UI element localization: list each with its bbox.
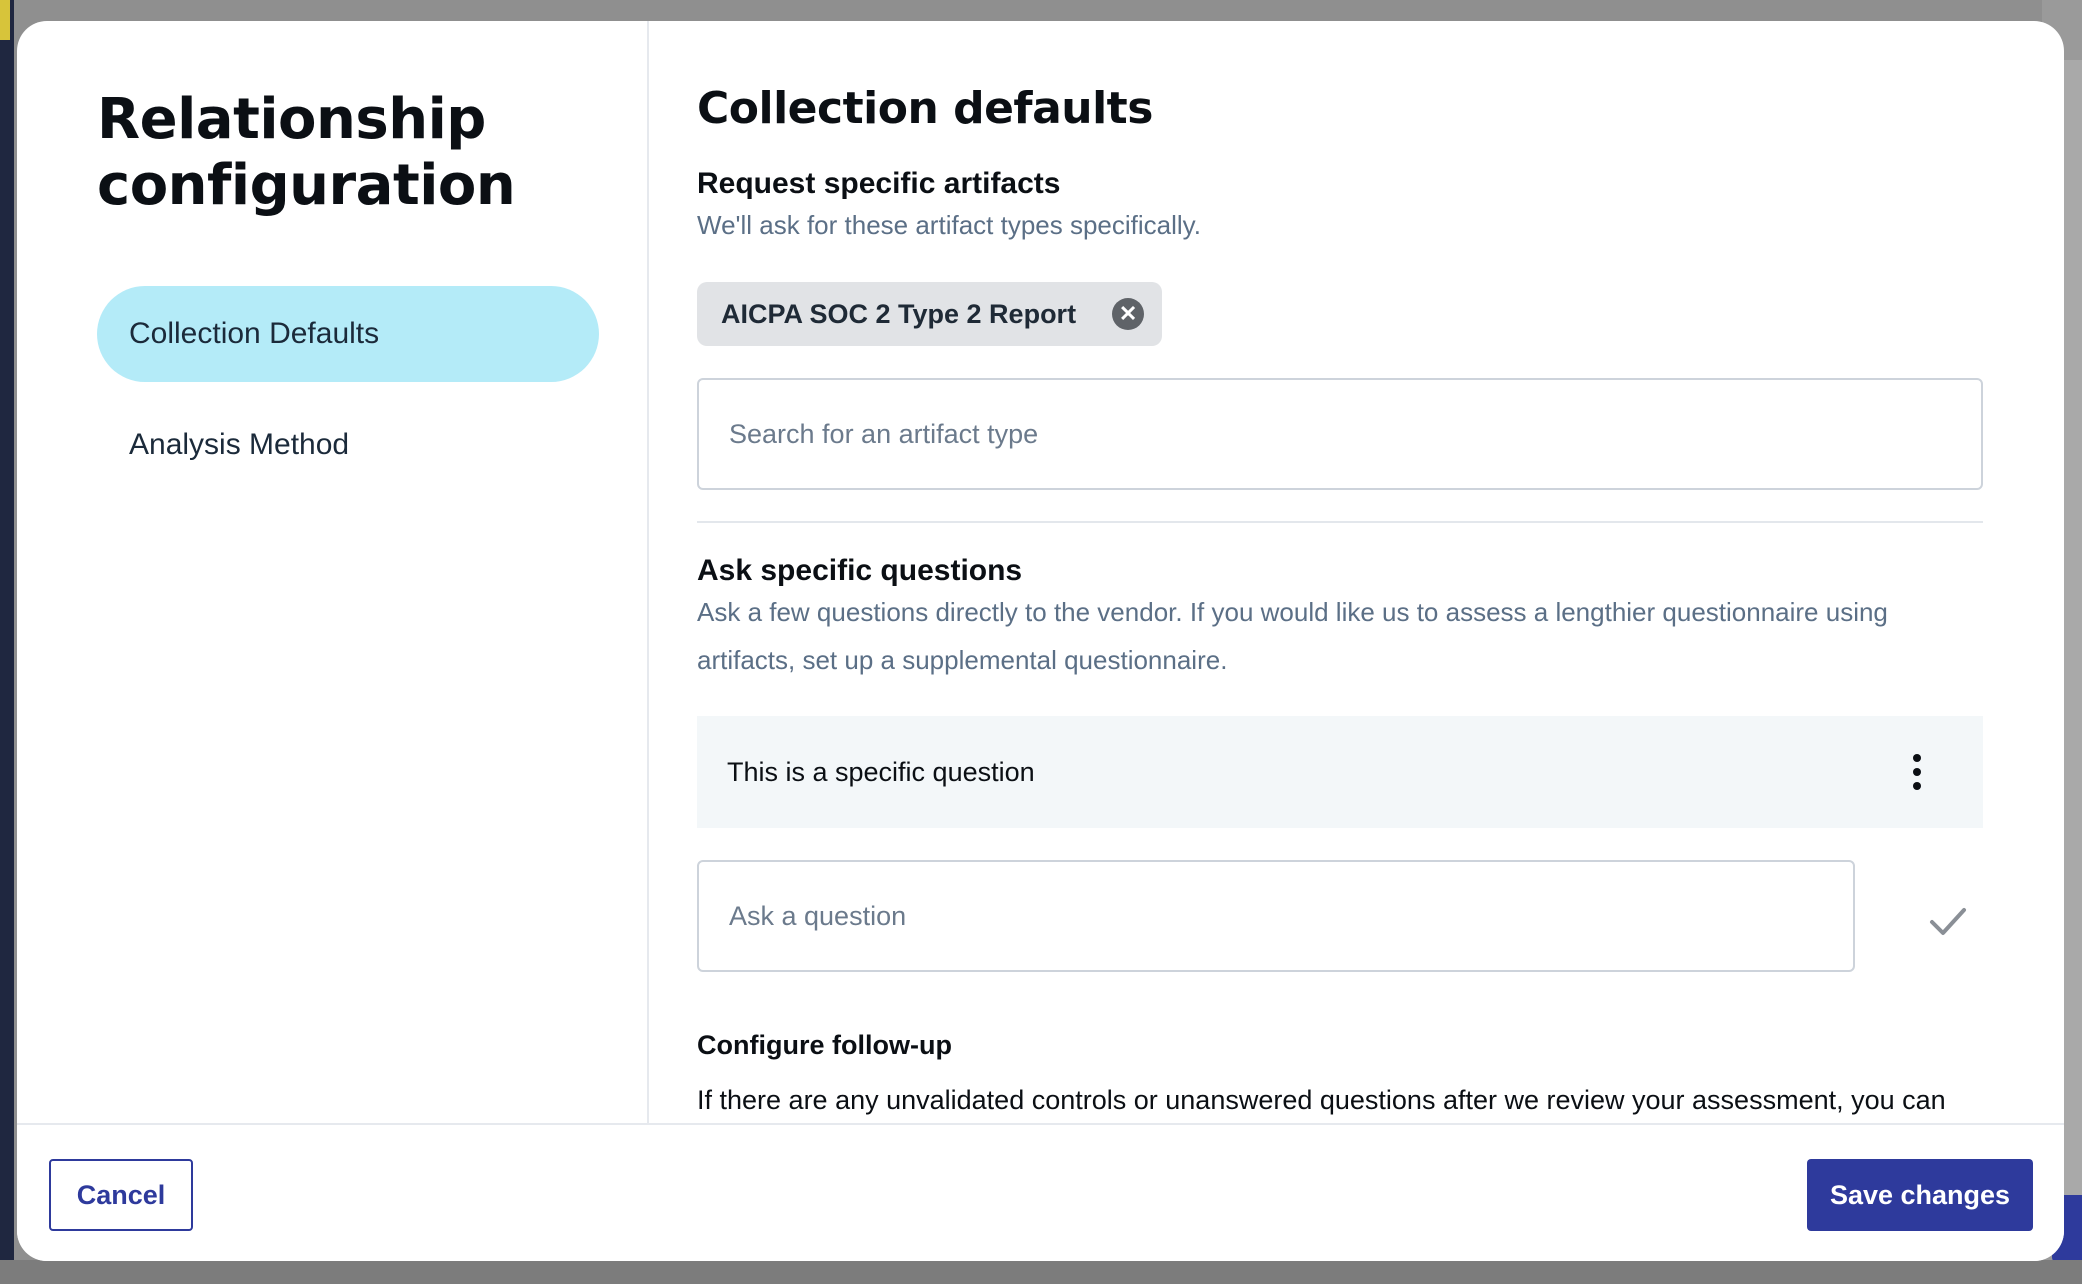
followup-text: If there are any unvalidated controls or…: [697, 1085, 1946, 1115]
modal-footer: Cancel Save changes: [17, 1123, 2064, 1261]
question-text: This is a specific question: [727, 756, 1035, 787]
nav-item-collection-defaults[interactable]: Collection Defaults: [97, 286, 599, 382]
questions-heading: Ask specific questions: [697, 554, 1023, 587]
modal-content: Collection defaults Request specific art…: [650, 21, 2064, 1123]
background-edge-left: [0, 0, 14, 1284]
close-circle-icon[interactable]: ✕: [1112, 298, 1145, 330]
modal-title: Relationship configuration: [97, 87, 516, 218]
more-vertical-icon[interactable]: [1911, 754, 1923, 790]
questions-description: Ask a few questions directly to the vend…: [697, 597, 1888, 675]
cancel-button[interactable]: Cancel: [49, 1159, 193, 1231]
check-icon[interactable]: [1924, 897, 1972, 945]
artifact-chip-label: AICPA SOC 2 Type 2 Report: [721, 298, 1077, 329]
modal-sidebar: Relationship configuration Collection De…: [17, 21, 649, 1123]
artifacts-heading: Request specific artifacts: [697, 167, 1061, 200]
nav-item-analysis-method[interactable]: Analysis Method: [97, 397, 599, 493]
nav-item-label: Analysis Method: [129, 428, 350, 461]
artifact-chip: AICPA SOC 2 Type 2 Report ✕: [697, 282, 1163, 346]
section-divider: [697, 521, 1983, 523]
ask-question-input[interactable]: [697, 860, 1855, 972]
artifact-search-input[interactable]: [697, 378, 1983, 490]
relationship-configuration-modal: Relationship configuration Collection De…: [17, 21, 2064, 1261]
section-title: Collection defaults: [697, 83, 1153, 134]
background-edge-bottom: [0, 1260, 2082, 1284]
question-item: This is a specific question: [697, 716, 1983, 828]
nav-item-label: Collection Defaults: [129, 317, 380, 350]
save-changes-button[interactable]: Save changes: [1807, 1159, 2033, 1231]
followup-heading: Configure follow-up: [697, 1030, 952, 1060]
artifacts-description: We'll ask for these artifact types speci…: [697, 210, 1201, 240]
